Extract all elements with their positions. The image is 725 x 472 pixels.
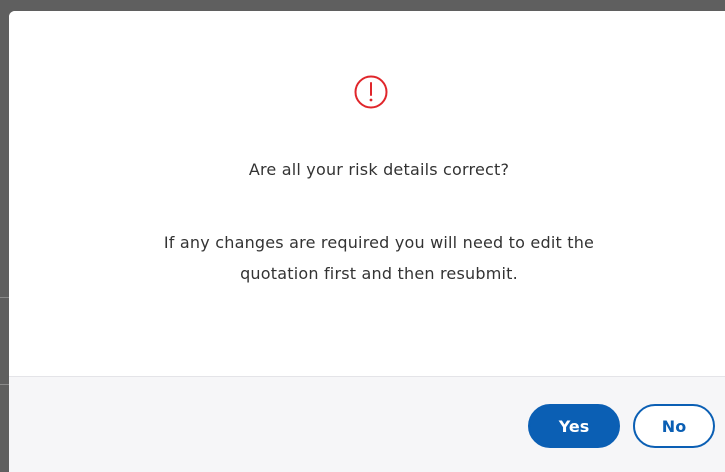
confirmation-dialog: Are all your risk details correct? If an… <box>9 11 725 472</box>
dialog-question: Are all your risk details correct? <box>248 160 510 179</box>
backdrop-divider <box>0 384 9 385</box>
dialog-detail-line: quotation first and then resubmit. <box>240 264 518 283</box>
no-button[interactable]: No <box>633 404 715 448</box>
dialog-body: Are all your risk details correct? If an… <box>9 11 725 376</box>
dialog-detail-line: If any changes are required you will nee… <box>163 233 595 252</box>
yes-button[interactable]: Yes <box>528 404 620 448</box>
backdrop-divider <box>0 297 9 298</box>
exclamation-circle-icon <box>354 75 388 109</box>
dialog-detail: If any changes are required you will nee… <box>9 227 725 289</box>
dialog-footer: Yes No <box>9 376 725 472</box>
